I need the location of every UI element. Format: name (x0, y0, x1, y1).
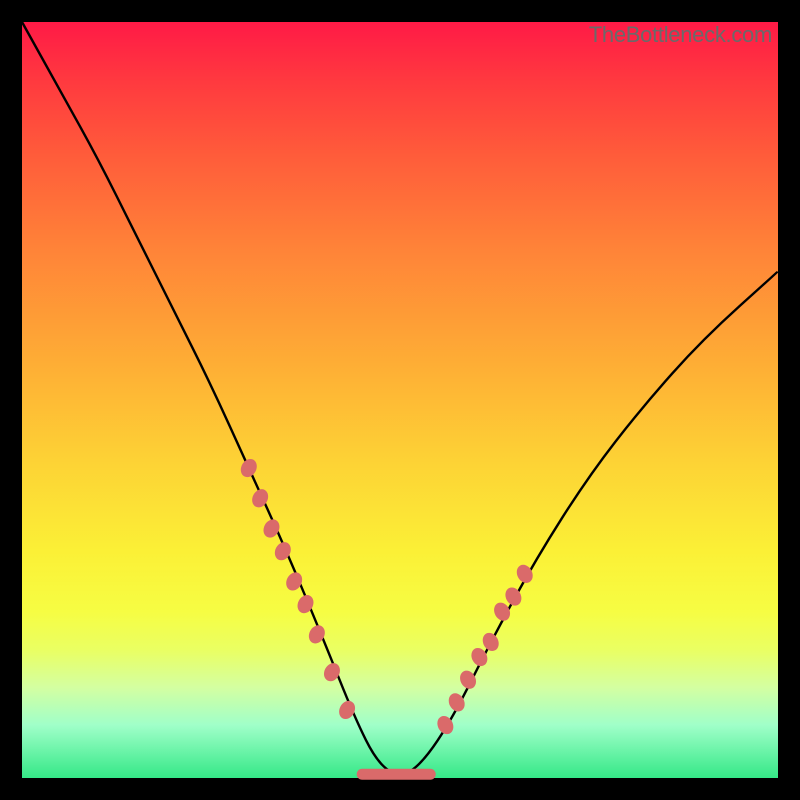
bead-marker (238, 456, 260, 480)
bead-marker (249, 486, 271, 510)
bottleneck-curve-path (22, 22, 778, 774)
chart-frame: TheBottleneck.com (0, 0, 800, 800)
bead-group (238, 456, 536, 737)
chart-plot-area: TheBottleneck.com (22, 22, 778, 778)
bottleneck-curve-svg (22, 22, 778, 778)
